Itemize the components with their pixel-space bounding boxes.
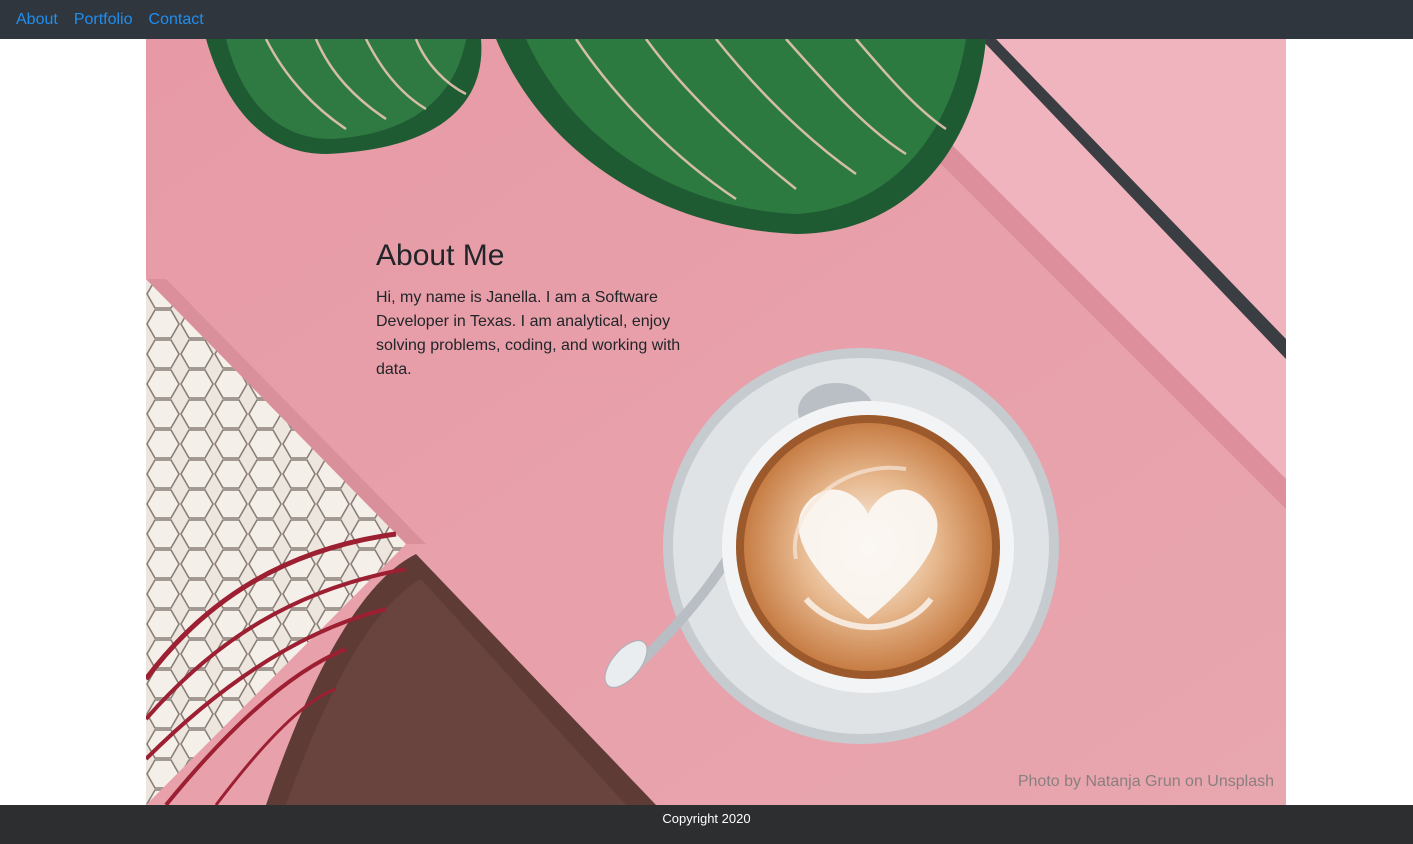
nav-link-about[interactable]: About [16,0,58,39]
hero-section: About Me Hi, my name is Janella. I am a … [146,39,1286,805]
photo-credit: Photo by Natanja Grun on Unsplash [1017,773,1274,790]
about-heading: About Me [376,239,505,272]
copyright-text: Copyright 2020 [662,811,751,826]
about-text: Hi, my name is Janella. I am a Software … [376,289,681,378]
nav-link-portfolio[interactable]: Portfolio [74,0,133,39]
nav-link-contact[interactable]: Contact [149,0,204,39]
footer: Copyright 2020 [0,805,1413,844]
top-navbar: About Portfolio Contact [0,0,1413,39]
hero-background-photo [146,39,1286,805]
